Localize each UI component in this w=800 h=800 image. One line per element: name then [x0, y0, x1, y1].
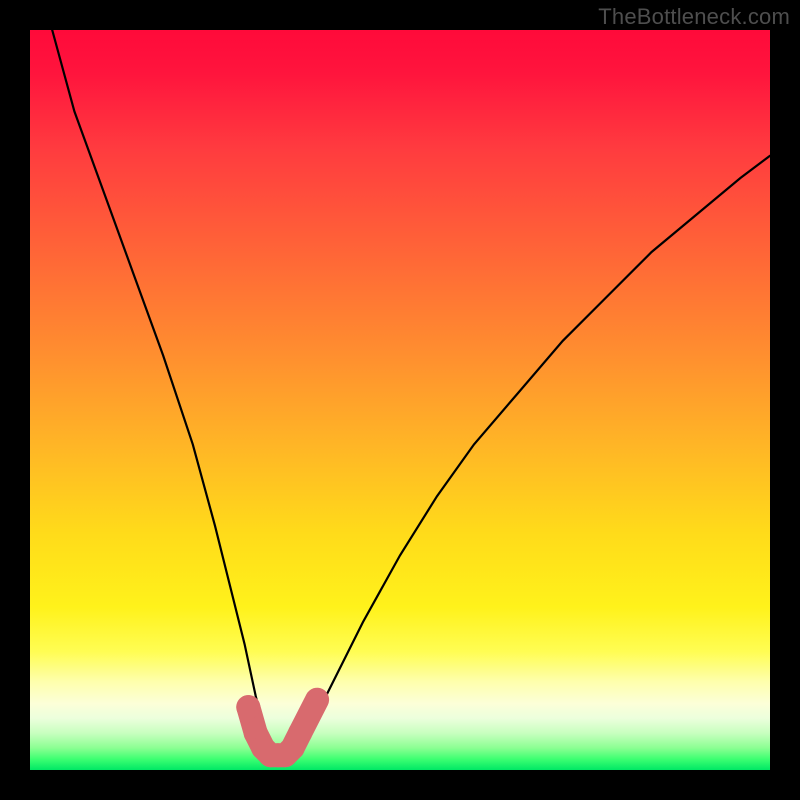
bottleneck-curve	[52, 30, 770, 759]
highlight-dot-outlier	[309, 692, 325, 708]
chart-svg	[30, 30, 770, 770]
highlight-dot	[236, 695, 260, 719]
watermark-text: TheBottleneck.com	[598, 4, 790, 30]
plot-area	[30, 30, 770, 770]
highlight-dot	[288, 721, 312, 745]
highlight-markers	[236, 692, 325, 768]
chart-frame: TheBottleneck.com	[0, 0, 800, 800]
